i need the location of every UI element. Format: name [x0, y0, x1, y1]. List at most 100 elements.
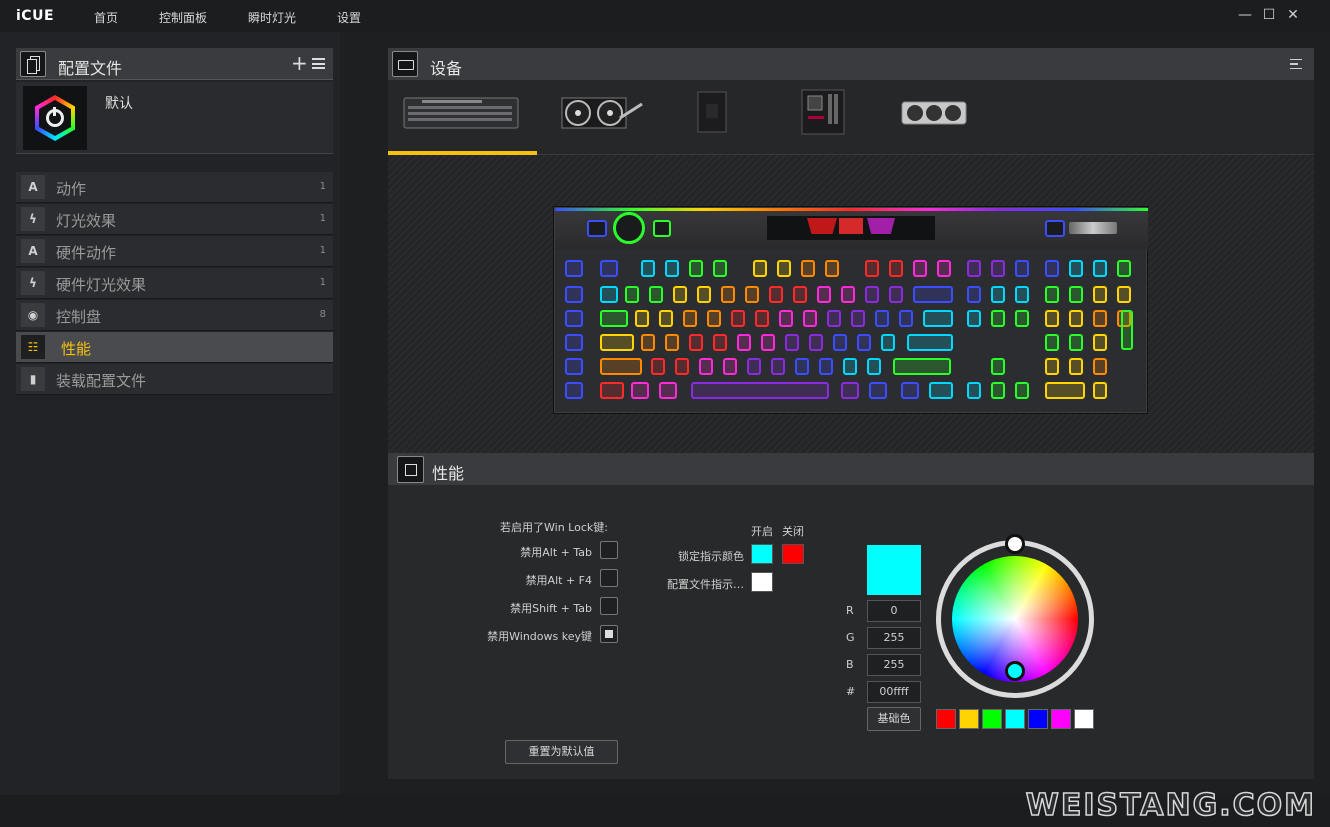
- keycap[interactable]: [1093, 334, 1107, 351]
- keycap[interactable]: [731, 310, 745, 327]
- keycap[interactable]: [795, 358, 809, 375]
- keycap[interactable]: [1045, 334, 1059, 351]
- keycap[interactable]: [565, 310, 583, 327]
- keycap[interactable]: [625, 286, 639, 303]
- keycap[interactable]: [1045, 310, 1059, 327]
- keycap[interactable]: [865, 286, 879, 303]
- device-keyboard[interactable]: [402, 88, 520, 136]
- keycap[interactable]: [565, 286, 583, 303]
- device-cooler[interactable]: [560, 88, 644, 136]
- base-color-button[interactable]: 基础色: [867, 707, 921, 731]
- r-input[interactable]: 0: [867, 600, 921, 622]
- keycap[interactable]: [1093, 382, 1107, 399]
- keycap[interactable]: [991, 382, 1005, 399]
- keycap[interactable]: [600, 260, 618, 277]
- keycap[interactable]: [1015, 286, 1029, 303]
- keycap[interactable]: [745, 286, 759, 303]
- lock-off-color-swatch[interactable]: [782, 544, 804, 564]
- keycap[interactable]: [713, 334, 727, 351]
- keycap[interactable]: [889, 260, 903, 277]
- keycap[interactable]: [649, 286, 663, 303]
- palette-swatch[interactable]: [936, 709, 956, 729]
- hue-handle[interactable]: [1005, 661, 1025, 681]
- lock-on-color-swatch[interactable]: [751, 544, 773, 564]
- keycap[interactable]: [600, 310, 628, 327]
- keycap[interactable]: [1069, 358, 1083, 375]
- control-dial-icon[interactable]: [613, 212, 645, 244]
- keycap[interactable]: [1117, 286, 1131, 303]
- menu-item-control-dial[interactable]: ◉ 控制盘 8: [16, 300, 333, 331]
- keycap[interactable]: [697, 286, 711, 303]
- b-input[interactable]: 255: [867, 654, 921, 676]
- keycap[interactable]: [1069, 310, 1083, 327]
- mute-key[interactable]: [1045, 220, 1065, 237]
- keycap[interactable]: [565, 382, 583, 399]
- keycap[interactable]: [565, 334, 583, 351]
- palette-swatch[interactable]: [982, 709, 1002, 729]
- keycap[interactable]: [631, 382, 649, 399]
- keycap[interactable]: [833, 334, 847, 351]
- keycap[interactable]: [967, 310, 981, 327]
- hex-input[interactable]: 00ffff: [867, 681, 921, 703]
- profile-card[interactable]: 默认: [16, 82, 333, 154]
- keycap[interactable]: [747, 358, 761, 375]
- keycap[interactable]: [761, 334, 775, 351]
- keycap[interactable]: [755, 310, 769, 327]
- menu-item-hardware-lighting[interactable]: ϟ 硬件灯光效果 1: [16, 268, 333, 299]
- keycap[interactable]: [769, 286, 783, 303]
- keycap[interactable]: [827, 310, 841, 327]
- keycap[interactable]: [600, 286, 618, 303]
- palette-swatch[interactable]: [1051, 709, 1071, 729]
- keycap[interactable]: [673, 286, 687, 303]
- menu-item-load-profile[interactable]: ▮ 装载配置文件: [16, 364, 333, 395]
- keycap[interactable]: [869, 382, 887, 399]
- keycap[interactable]: [841, 286, 855, 303]
- keycap[interactable]: [929, 382, 953, 399]
- volume-roller[interactable]: [1069, 222, 1117, 234]
- keycap[interactable]: [825, 260, 839, 277]
- keycap[interactable]: [875, 310, 889, 327]
- keycap[interactable]: [659, 382, 677, 399]
- keycap[interactable]: [899, 310, 913, 327]
- keycap[interactable]: [777, 260, 791, 277]
- keycap[interactable]: [699, 358, 713, 375]
- keycap[interactable]: [1069, 286, 1083, 303]
- keycap[interactable]: [713, 260, 727, 277]
- maximize-icon[interactable]: ☐: [1260, 6, 1278, 24]
- keycap[interactable]: [1093, 286, 1107, 303]
- menu-item-performance[interactable]: ☷ 性能: [16, 332, 333, 363]
- reset-defaults-button[interactable]: 重置为默认值: [505, 740, 618, 764]
- keycap[interactable]: [1121, 310, 1133, 350]
- keycap[interactable]: [753, 260, 767, 277]
- keycap[interactable]: [857, 334, 871, 351]
- keycap[interactable]: [851, 310, 865, 327]
- keycap[interactable]: [651, 358, 665, 375]
- keycap[interactable]: [881, 334, 895, 351]
- keycap[interactable]: [565, 358, 583, 375]
- keycap[interactable]: [665, 334, 679, 351]
- keycap[interactable]: [689, 334, 703, 351]
- disable-windows-key-checkbox[interactable]: [600, 625, 618, 643]
- keycap[interactable]: [937, 260, 951, 277]
- keycap[interactable]: [771, 358, 785, 375]
- keycap[interactable]: [889, 286, 903, 303]
- keycap[interactable]: [1045, 382, 1085, 399]
- keycap[interactable]: [600, 358, 642, 375]
- keycap[interactable]: [635, 310, 649, 327]
- keycap[interactable]: [1093, 310, 1107, 327]
- keycap[interactable]: [683, 310, 697, 327]
- close-icon[interactable]: ✕: [1284, 6, 1302, 24]
- keycap[interactable]: [819, 358, 833, 375]
- keycap[interactable]: [1045, 260, 1059, 277]
- profile-key[interactable]: [587, 220, 607, 237]
- keycap[interactable]: [907, 334, 953, 351]
- device-controller[interactable]: [694, 88, 730, 136]
- keycap[interactable]: [967, 286, 981, 303]
- nav-instant-lighting[interactable]: 瞬时灯光: [248, 9, 296, 26]
- keycap[interactable]: [659, 310, 673, 327]
- menu-item-lighting-effects[interactable]: ϟ 灯光效果 1: [16, 204, 333, 235]
- disable-alt-f4-checkbox[interactable]: [600, 569, 618, 587]
- keycap[interactable]: [737, 334, 751, 351]
- keycap[interactable]: [867, 358, 881, 375]
- keycap[interactable]: [785, 334, 799, 351]
